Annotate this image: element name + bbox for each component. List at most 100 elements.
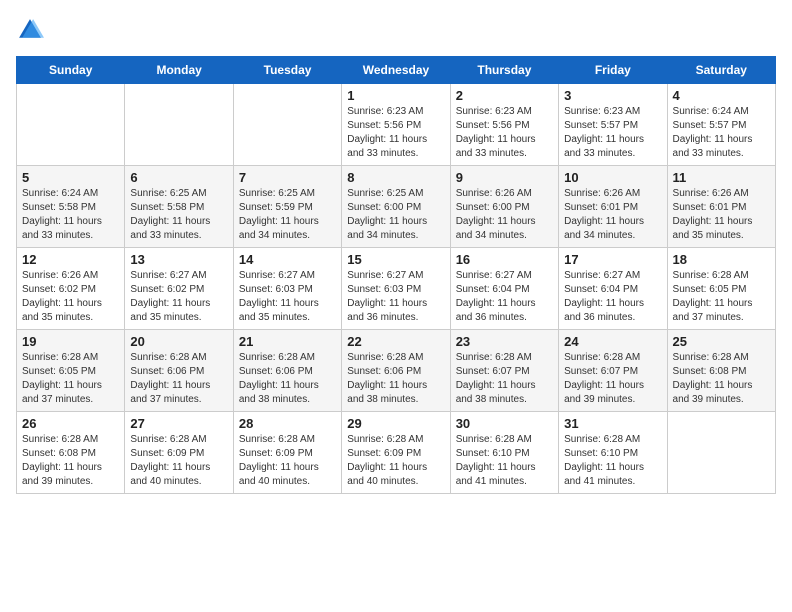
weekday-header: Wednesday <box>342 57 450 84</box>
calendar-cell: 10 Sunrise: 6:26 AM Sunset: 6:01 PM Dayli… <box>559 166 667 248</box>
calendar-header: SundayMondayTuesdayWednesdayThursdayFrid… <box>17 57 776 84</box>
day-number: 15 <box>347 252 444 267</box>
day-number: 3 <box>564 88 661 103</box>
day-number: 1 <box>347 88 444 103</box>
calendar-cell: 19 Sunrise: 6:28 AM Sunset: 6:05 PM Dayli… <box>17 330 125 412</box>
day-info: Sunrise: 6:27 AM Sunset: 6:02 PM Dayligh… <box>130 269 227 325</box>
day-info: Sunrise: 6:28 AM Sunset: 6:10 PM Dayligh… <box>456 433 553 489</box>
logo <box>16 16 48 44</box>
calendar-cell <box>17 84 125 166</box>
weekday-header: Saturday <box>667 57 775 84</box>
calendar-cell: 21 Sunrise: 6:28 AM Sunset: 6:06 PM Dayli… <box>233 330 341 412</box>
calendar-cell: 12 Sunrise: 6:26 AM Sunset: 6:02 PM Dayli… <box>17 248 125 330</box>
day-number: 10 <box>564 170 661 185</box>
day-info: Sunrise: 6:26 AM Sunset: 6:01 PM Dayligh… <box>673 187 770 243</box>
day-info: Sunrise: 6:28 AM Sunset: 6:05 PM Dayligh… <box>22 351 119 407</box>
day-info: Sunrise: 6:24 AM Sunset: 5:57 PM Dayligh… <box>673 105 770 161</box>
calendar-week-row: 26Sunrise: 6:28 AM Sunset: 6:08 PM Dayli… <box>17 412 776 494</box>
calendar-cell: 16 Sunrise: 6:27 AM Sunset: 6:04 PM Dayli… <box>450 248 558 330</box>
day-info: Sunrise: 6:27 AM Sunset: 6:03 PM Dayligh… <box>239 269 336 325</box>
calendar-week-row: 1 Sunrise: 6:23 AM Sunset: 5:56 PM Daylig… <box>17 84 776 166</box>
day-number: 12 <box>22 252 119 267</box>
day-info: Sunrise: 6:27 AM Sunset: 6:04 PM Dayligh… <box>456 269 553 325</box>
calendar-cell: 4 Sunrise: 6:24 AM Sunset: 5:57 PM Daylig… <box>667 84 775 166</box>
day-info: Sunrise: 6:26 AM Sunset: 6:00 PM Dayligh… <box>456 187 553 243</box>
day-number: 27 <box>130 416 227 431</box>
calendar-cell: 6 Sunrise: 6:25 AM Sunset: 5:58 PM Daylig… <box>125 166 233 248</box>
calendar-body: 1 Sunrise: 6:23 AM Sunset: 5:56 PM Daylig… <box>17 84 776 494</box>
calendar-cell: 24 Sunrise: 6:28 AM Sunset: 6:07 PM Dayli… <box>559 330 667 412</box>
calendar-cell: 8Sunrise: 6:25 AM Sunset: 6:00 PM Daylig… <box>342 166 450 248</box>
calendar-cell: 26Sunrise: 6:28 AM Sunset: 6:08 PM Dayli… <box>17 412 125 494</box>
day-number: 17 <box>564 252 661 267</box>
calendar-cell: 25 Sunrise: 6:28 AM Sunset: 6:08 PM Dayli… <box>667 330 775 412</box>
day-info: Sunrise: 6:28 AM Sunset: 6:06 PM Dayligh… <box>239 351 336 407</box>
day-number: 20 <box>130 334 227 349</box>
calendar-cell: 18Sunrise: 6:28 AM Sunset: 6:05 PM Dayli… <box>667 248 775 330</box>
weekday-header: Friday <box>559 57 667 84</box>
calendar-cell: 20 Sunrise: 6:28 AM Sunset: 6:06 PM Dayli… <box>125 330 233 412</box>
calendar-table: SundayMondayTuesdayWednesdayThursdayFrid… <box>16 56 776 494</box>
day-info: Sunrise: 6:26 AM Sunset: 6:02 PM Dayligh… <box>22 269 119 325</box>
weekday-header: Monday <box>125 57 233 84</box>
day-number: 24 <box>564 334 661 349</box>
day-number: 6 <box>130 170 227 185</box>
day-info: Sunrise: 6:26 AM Sunset: 6:01 PM Dayligh… <box>564 187 661 243</box>
day-number: 2 <box>456 88 553 103</box>
day-info: Sunrise: 6:28 AM Sunset: 6:09 PM Dayligh… <box>130 433 227 489</box>
calendar-cell: 31 Sunrise: 6:28 AM Sunset: 6:10 PM Dayli… <box>559 412 667 494</box>
day-info: Sunrise: 6:28 AM Sunset: 6:09 PM Dayligh… <box>347 433 444 489</box>
day-number: 31 <box>564 416 661 431</box>
day-number: 23 <box>456 334 553 349</box>
day-number: 13 <box>130 252 227 267</box>
day-number: 29 <box>347 416 444 431</box>
day-info: Sunrise: 6:25 AM Sunset: 5:58 PM Dayligh… <box>130 187 227 243</box>
calendar-cell: 9 Sunrise: 6:26 AM Sunset: 6:00 PM Daylig… <box>450 166 558 248</box>
calendar-cell: 11 Sunrise: 6:26 AM Sunset: 6:01 PM Dayli… <box>667 166 775 248</box>
day-number: 7 <box>239 170 336 185</box>
calendar-cell: 7 Sunrise: 6:25 AM Sunset: 5:59 PM Daylig… <box>233 166 341 248</box>
day-number: 21 <box>239 334 336 349</box>
weekday-header: Sunday <box>17 57 125 84</box>
day-number: 30 <box>456 416 553 431</box>
day-info: Sunrise: 6:28 AM Sunset: 6:08 PM Dayligh… <box>673 351 770 407</box>
day-info: Sunrise: 6:28 AM Sunset: 6:06 PM Dayligh… <box>347 351 444 407</box>
calendar-week-row: 5 Sunrise: 6:24 AM Sunset: 5:58 PM Daylig… <box>17 166 776 248</box>
calendar-cell: 5 Sunrise: 6:24 AM Sunset: 5:58 PM Daylig… <box>17 166 125 248</box>
day-info: Sunrise: 6:25 AM Sunset: 6:00 PM Dayligh… <box>347 187 444 243</box>
day-number: 25 <box>673 334 770 349</box>
day-number: 9 <box>456 170 553 185</box>
day-number: 4 <box>673 88 770 103</box>
day-info: Sunrise: 6:23 AM Sunset: 5:56 PM Dayligh… <box>347 105 444 161</box>
day-info: Sunrise: 6:28 AM Sunset: 6:08 PM Dayligh… <box>22 433 119 489</box>
calendar-cell: 3Sunrise: 6:23 AM Sunset: 5:57 PM Daylig… <box>559 84 667 166</box>
calendar-cell <box>233 84 341 166</box>
day-number: 28 <box>239 416 336 431</box>
day-info: Sunrise: 6:27 AM Sunset: 6:03 PM Dayligh… <box>347 269 444 325</box>
day-info: Sunrise: 6:28 AM Sunset: 6:06 PM Dayligh… <box>130 351 227 407</box>
day-number: 11 <box>673 170 770 185</box>
weekday-header: Thursday <box>450 57 558 84</box>
calendar-cell: 17 Sunrise: 6:27 AM Sunset: 6:04 PM Dayli… <box>559 248 667 330</box>
calendar-cell: 15 Sunrise: 6:27 AM Sunset: 6:03 PM Dayli… <box>342 248 450 330</box>
weekday-row: SundayMondayTuesdayWednesdayThursdayFrid… <box>17 57 776 84</box>
day-number: 5 <box>22 170 119 185</box>
day-info: Sunrise: 6:24 AM Sunset: 5:58 PM Dayligh… <box>22 187 119 243</box>
day-info: Sunrise: 6:28 AM Sunset: 6:10 PM Dayligh… <box>564 433 661 489</box>
calendar-cell: 13 Sunrise: 6:27 AM Sunset: 6:02 PM Dayli… <box>125 248 233 330</box>
calendar-cell <box>667 412 775 494</box>
calendar-cell <box>125 84 233 166</box>
day-info: Sunrise: 6:28 AM Sunset: 6:09 PM Dayligh… <box>239 433 336 489</box>
page-header <box>16 16 776 44</box>
calendar-cell: 22Sunrise: 6:28 AM Sunset: 6:06 PM Dayli… <box>342 330 450 412</box>
calendar-cell: 27 Sunrise: 6:28 AM Sunset: 6:09 PM Dayli… <box>125 412 233 494</box>
calendar-cell: 28 Sunrise: 6:28 AM Sunset: 6:09 PM Dayli… <box>233 412 341 494</box>
calendar-week-row: 12 Sunrise: 6:26 AM Sunset: 6:02 PM Dayli… <box>17 248 776 330</box>
day-info: Sunrise: 6:28 AM Sunset: 6:07 PM Dayligh… <box>564 351 661 407</box>
day-number: 16 <box>456 252 553 267</box>
day-number: 19 <box>22 334 119 349</box>
day-info: Sunrise: 6:25 AM Sunset: 5:59 PM Dayligh… <box>239 187 336 243</box>
day-info: Sunrise: 6:28 AM Sunset: 6:07 PM Dayligh… <box>456 351 553 407</box>
day-info: Sunrise: 6:27 AM Sunset: 6:04 PM Dayligh… <box>564 269 661 325</box>
day-info: Sunrise: 6:28 AM Sunset: 6:05 PM Dayligh… <box>673 269 770 325</box>
